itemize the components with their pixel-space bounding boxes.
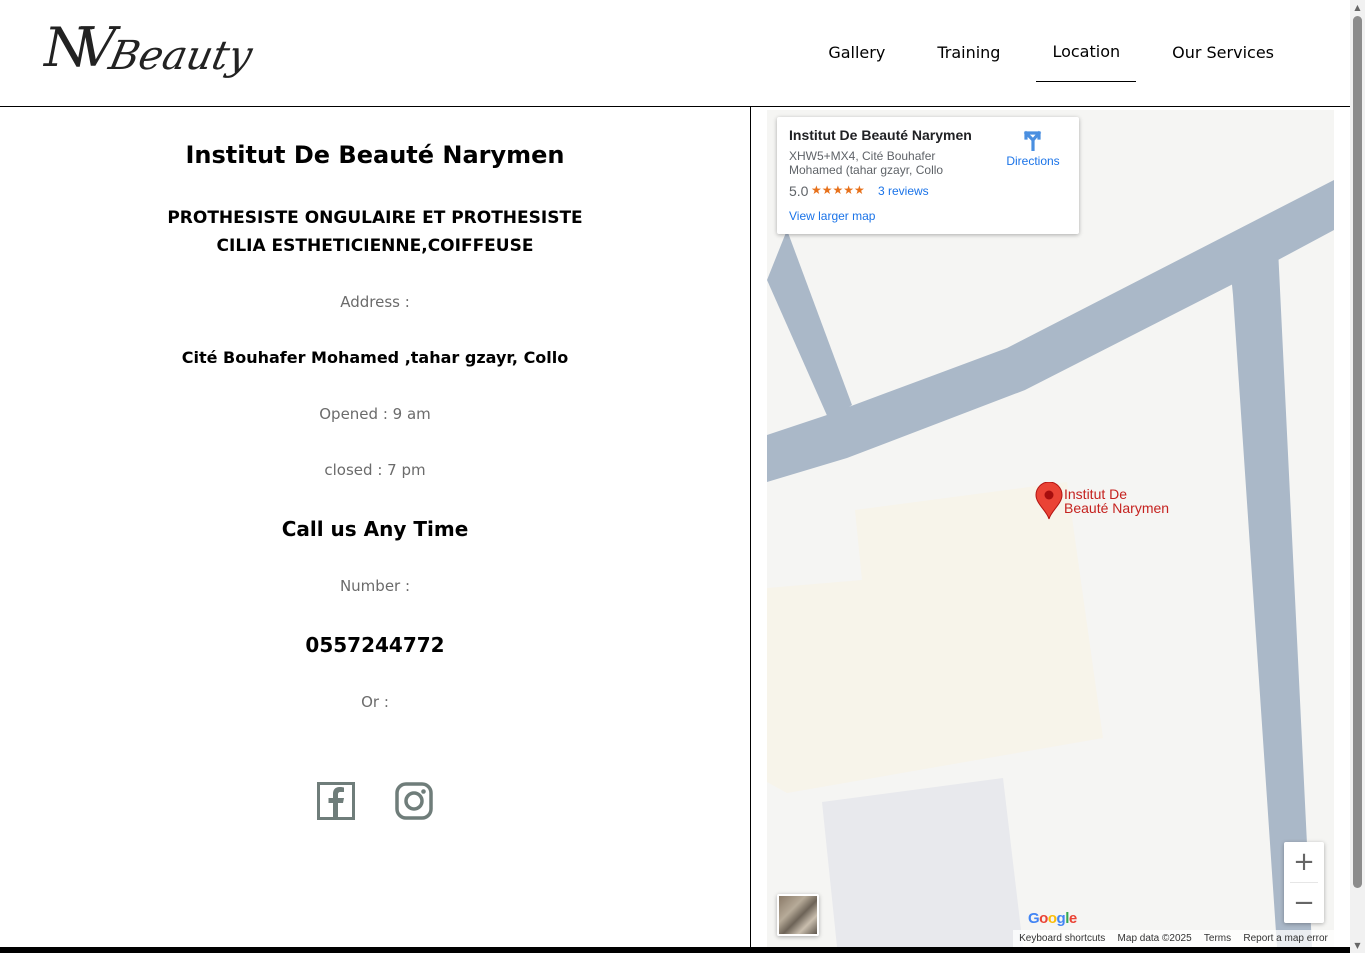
instagram-icon[interactable] xyxy=(395,782,433,820)
institute-title: Institut De Beauté Narymen xyxy=(185,141,565,169)
pin-label: Institut De Beauté Narymen xyxy=(1064,487,1169,515)
map-footer: Keyboard shortcuts Map data ©2025 Terms … xyxy=(1013,930,1334,947)
google-logo: Google xyxy=(1028,910,1077,927)
site-header: NV Beauty Gallery Training Location Our … xyxy=(0,0,1350,107)
social-links xyxy=(0,782,750,820)
zoom-out-button[interactable]: − xyxy=(1284,883,1324,923)
page-scrollbar[interactable]: ▲ ▼ xyxy=(1350,0,1365,953)
pin-label-line2: Beauté Narymen xyxy=(1064,500,1170,516)
embedded-map[interactable]: Institut De Beauté Narymen XHW5+MX4, Cit… xyxy=(767,110,1334,947)
nav-training[interactable]: Training xyxy=(921,25,1016,82)
facebook-icon[interactable] xyxy=(317,782,355,820)
address-label: Address : xyxy=(340,293,410,311)
directions-icon xyxy=(1023,130,1042,151)
phone-number[interactable]: 0557244772 xyxy=(0,633,750,657)
map-pin-icon[interactable] xyxy=(1034,482,1064,520)
nav-our-services[interactable]: Our Services xyxy=(1156,25,1290,82)
directions-button[interactable]: Directions xyxy=(1001,129,1065,168)
nav-gallery[interactable]: Gallery xyxy=(812,25,901,82)
report-map-error-link[interactable]: Report a map error xyxy=(1243,933,1327,944)
scroll-thumb[interactable] xyxy=(1353,16,1362,888)
scroll-down-arrow-icon[interactable]: ▼ xyxy=(1350,938,1365,953)
pin-label-line1: Institut De xyxy=(1064,486,1128,502)
opening-time: Opened : 9 am xyxy=(319,405,431,423)
map-data-text: Map data ©2025 xyxy=(1117,933,1192,944)
scroll-up-arrow-icon[interactable]: ▲ xyxy=(1350,0,1365,15)
or-label: Or : xyxy=(361,693,389,711)
map-streets xyxy=(767,180,1334,947)
satellite-toggle[interactable] xyxy=(777,894,819,936)
road-diagonal xyxy=(767,230,852,420)
main-nav: Gallery Training Location Our Services xyxy=(792,24,1290,82)
address-value: Cité Bouhafer Mohamed ,tahar gzayr, Coll… xyxy=(181,348,569,367)
zoom-controls: + − xyxy=(1284,842,1324,923)
keyboard-shortcuts-link[interactable]: Keyboard shortcuts xyxy=(1019,933,1105,944)
rating-value: 5.0 xyxy=(789,183,809,199)
number-label: Number : xyxy=(339,577,411,595)
reviews-link[interactable]: 3 reviews xyxy=(878,184,929,198)
directions-label: Directions xyxy=(1006,154,1060,168)
rating-stars: ★★★★★ xyxy=(811,183,865,197)
road-vertical xyxy=(1227,228,1312,947)
nv-beauty-logo[interactable]: NV Beauty xyxy=(44,16,256,90)
place-address: XHW5+MX4, Cité Bouhafer Mohamed (tahar g… xyxy=(789,149,944,177)
logo-monogram: NV xyxy=(44,16,116,79)
call-heading: Call us Any Time xyxy=(281,517,469,541)
vertical-divider xyxy=(750,107,751,947)
services-subtitle: PROTHESISTE ONGULAIRE ET PROTHESISTE CIL… xyxy=(167,208,583,256)
nav-location[interactable]: Location xyxy=(1036,24,1137,82)
info-panel: Institut De Beauté Narymen PROTHESISTE O… xyxy=(0,107,750,947)
closing-time: closed : 7 pm xyxy=(324,461,426,479)
building-block xyxy=(822,778,1023,947)
zoom-in-button[interactable]: + xyxy=(1284,842,1324,882)
building-parcel xyxy=(767,482,1103,793)
terms-link[interactable]: Terms xyxy=(1204,933,1231,944)
view-larger-map-link[interactable]: View larger map xyxy=(789,209,875,223)
place-name: Institut De Beauté Narymen xyxy=(789,127,972,143)
page: NV Beauty Gallery Training Location Our … xyxy=(0,0,1365,953)
bottom-bar xyxy=(0,947,1350,953)
place-card: Institut De Beauté Narymen XHW5+MX4, Cit… xyxy=(777,117,1079,234)
logo-word: Beauty xyxy=(105,33,257,79)
